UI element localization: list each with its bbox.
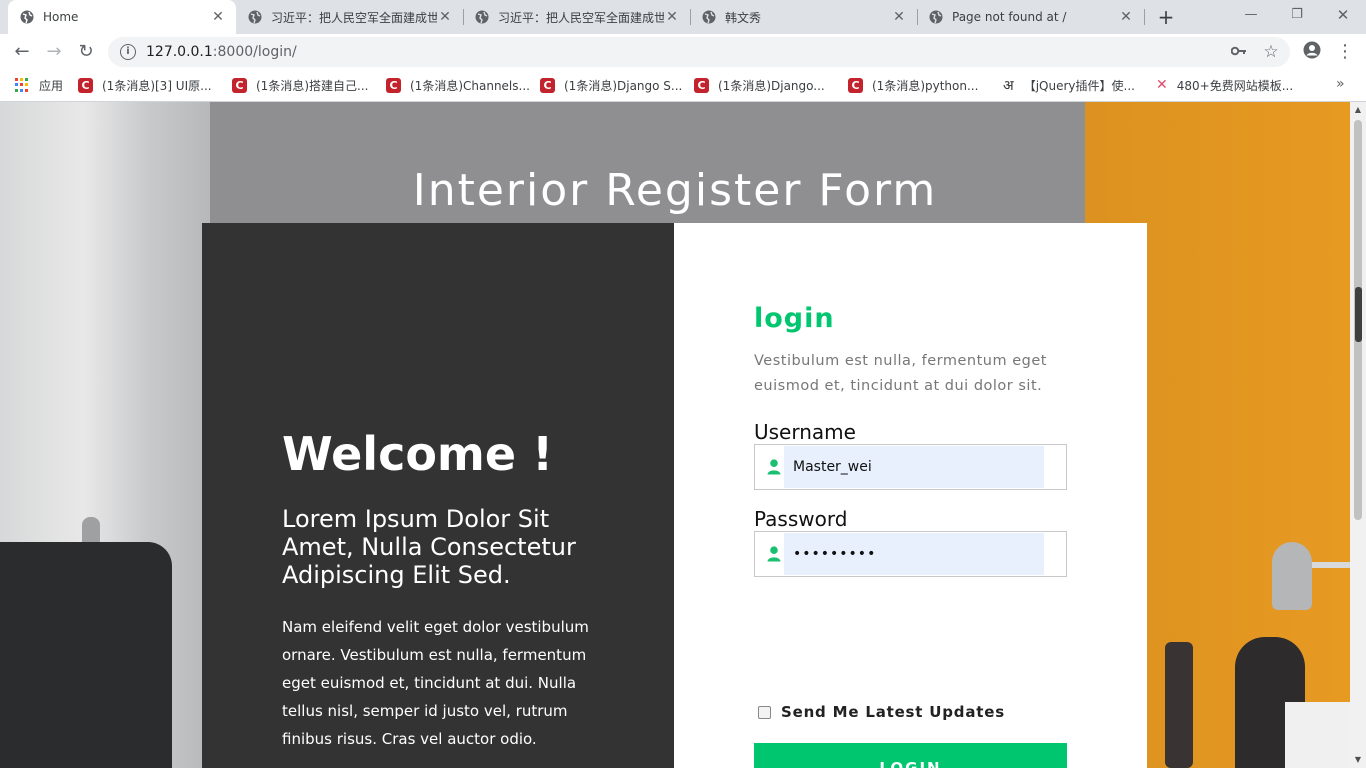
bookmark-label: 【jQuery插件】使... <box>1023 78 1135 93</box>
csdn-icon: C <box>694 77 709 93</box>
login-description: Vestibulum est nulla, fermentum eget eui… <box>754 353 1047 394</box>
globe-icon <box>248 10 262 24</box>
tab-title: 韩文秀 <box>725 10 762 25</box>
bookmark-item[interactable]: C (1条消息)Django... <box>694 76 825 94</box>
globe-icon <box>702 10 716 24</box>
user-icon <box>767 459 781 475</box>
page-viewport: Interior Register Form Welcome ! Lorem I… <box>0 102 1350 768</box>
tab-title: Page not found at / <box>952 10 1067 24</box>
welcome-heading: Welcome ! <box>282 427 554 481</box>
star-icon[interactable]: ☆ <box>1262 43 1280 61</box>
forward-icon[interactable]: → <box>42 40 66 64</box>
background-decor <box>0 542 172 768</box>
tab-title: Home <box>43 10 79 24</box>
bookmark-label: 应用 <box>39 78 64 93</box>
tab-title: 习近平：把人民空军全面建成世界一流空军 <box>498 10 664 25</box>
password-input[interactable] <box>784 533 1044 575</box>
bookmark-apps[interactable]: 应用 <box>15 76 63 94</box>
template-icon: ✕ <box>1156 77 1168 93</box>
back-icon[interactable]: ← <box>10 40 34 64</box>
minimize-icon[interactable]: — <box>1228 0 1274 30</box>
login-button[interactable]: LOGIN <box>754 743 1067 768</box>
bookmark-label: (1条消息)Django S... <box>564 78 683 93</box>
url-text[interactable]: 127.0.0.1:8000/login/ <box>146 44 297 60</box>
bookmark-item[interactable]: C (1条消息)[3] UI原... <box>78 76 212 94</box>
site-info-icon[interactable]: i <box>120 44 136 60</box>
apps-icon <box>15 78 29 92</box>
globe-icon <box>20 10 34 24</box>
close-icon[interactable]: ✕ <box>210 9 226 25</box>
welcome-body: Nam eleifend velit eget dolor vestibulum… <box>282 618 589 748</box>
jquery-icon: अ <box>1003 77 1014 94</box>
scroll-up-icon[interactable]: ▲ <box>1350 102 1366 118</box>
csdn-icon: C <box>848 77 863 93</box>
bookmark-label: (1条消息)Django... <box>718 78 825 93</box>
background-decor <box>1165 642 1193 768</box>
updates-checkbox[interactable] <box>758 705 771 719</box>
window-close-icon[interactable]: ✕ <box>1320 0 1366 30</box>
bookmark-item[interactable]: C (1条消息)Django S... <box>540 76 682 94</box>
url-path: :8000/login/ <box>212 44 297 60</box>
background-decor <box>1285 702 1350 768</box>
bookmark-item[interactable]: ✕ 480+免费网站模板... <box>1156 76 1293 94</box>
tab-strip: Home ✕ 习近平：把人民空军全面建成世界一流空军 ✕ 习近平：把人民空军全面… <box>0 0 1366 34</box>
panel-bottom-edge <box>202 758 674 768</box>
bookmark-label: (1条消息)Channels... <box>410 78 530 93</box>
page-scrollbar[interactable]: ▲ ▼ <box>1350 102 1366 768</box>
password-label: Password <box>754 507 848 531</box>
welcome-lead: Lorem Ipsum Dolor Sit Amet, Nulla Consec… <box>282 505 576 589</box>
scroll-down-icon[interactable]: ▼ <box>1350 752 1366 768</box>
bookmark-label: 480+免费网站模板... <box>1176 78 1294 93</box>
username-label: Username <box>754 420 856 444</box>
updates-label: Send Me Latest Updates <box>781 703 1005 721</box>
bookmarks-bar: 应用 C (1条消息)[3] UI原... C (1条消息)搭建自己... C (1条… <box>0 70 1366 102</box>
address-bar[interactable]: i 127.0.0.1:8000/login/ ☆ <box>108 37 1290 67</box>
welcome-panel: Welcome ! Lorem Ipsum Dolor Sit Amet, Nu… <box>202 223 674 768</box>
tab-home[interactable]: Home ✕ <box>8 0 236 34</box>
tab-news-1[interactable]: 习近平：把人民空军全面建成世界一流空军 ✕ <box>236 0 463 34</box>
globe-icon <box>929 10 943 24</box>
username-input[interactable] <box>784 446 1044 488</box>
url-host: 127.0.0.1 <box>146 44 213 60</box>
account-icon[interactable] <box>1301 41 1323 63</box>
tab-person[interactable]: 韩文秀 ✕ <box>690 0 917 34</box>
globe-icon <box>475 10 489 24</box>
tab-title: 习近平：把人民空军全面建成世界一流空军 <box>271 10 437 25</box>
page-title: Interior Register Form <box>412 165 938 217</box>
bookmark-item[interactable]: C (1条消息)搭建自己... <box>232 76 368 94</box>
csdn-icon: C <box>78 77 93 93</box>
close-icon[interactable]: ✕ <box>664 9 680 25</box>
user-icon <box>767 546 781 562</box>
close-icon[interactable]: ✕ <box>1118 9 1134 25</box>
bookmark-item[interactable]: C (1条消息)python... <box>848 76 978 94</box>
new-tab-button[interactable]: + <box>1155 5 1177 29</box>
close-icon[interactable]: ✕ <box>891 9 907 25</box>
username-field <box>754 444 1067 490</box>
bookmark-item[interactable]: C (1条消息)Channels... <box>386 76 530 94</box>
tab-separator <box>1144 9 1145 25</box>
bookmarks-overflow-icon[interactable]: » <box>1336 76 1345 92</box>
background-decor <box>1272 542 1312 610</box>
bookmark-label: (1条消息)[3] UI原... <box>102 78 212 93</box>
bookmark-label: (1条消息)搭建自己... <box>256 78 369 93</box>
password-field <box>754 531 1067 577</box>
csdn-icon: C <box>540 77 555 93</box>
close-icon[interactable]: ✕ <box>437 9 453 25</box>
browser-toolbar: ← → ↻ i 127.0.0.1:8000/login/ ☆ ⋮ <box>0 34 1366 70</box>
bookmark-item[interactable]: अ 【jQuery插件】使... <box>1003 76 1135 94</box>
csdn-icon: C <box>232 77 247 93</box>
restore-icon[interactable]: ❐ <box>1274 0 1320 30</box>
key-icon[interactable] <box>1230 43 1248 61</box>
bookmark-label: (1条消息)python... <box>872 78 979 93</box>
tab-page-not-found[interactable]: Page not found at / ✕ <box>917 0 1144 34</box>
tab-news-2[interactable]: 习近平：把人民空军全面建成世界一流空军 ✕ <box>463 0 690 34</box>
menu-icon[interactable]: ⋮ <box>1334 41 1356 63</box>
login-title: login <box>754 303 835 334</box>
login-panel: login Vestibulum est nulla, fermentum eg… <box>674 223 1147 768</box>
csdn-icon: C <box>386 77 401 93</box>
reload-icon[interactable]: ↻ <box>74 40 98 64</box>
updates-checkbox-row[interactable]: Send Me Latest Updates <box>758 703 1005 721</box>
scroll-indicator <box>1355 287 1362 342</box>
